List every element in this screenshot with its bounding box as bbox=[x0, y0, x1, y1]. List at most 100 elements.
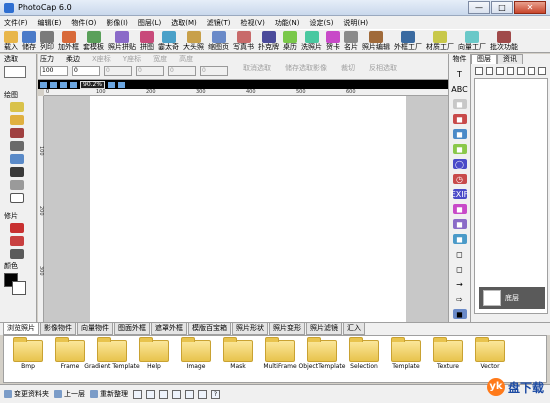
eyedropper-tool[interactable] bbox=[4, 166, 30, 178]
bottom-tab[interactable]: 照片形状 bbox=[232, 323, 268, 335]
maximize-button[interactable]: □ bbox=[491, 1, 513, 14]
folder-item[interactable]: Vector bbox=[472, 337, 508, 378]
view-list-icon[interactable] bbox=[172, 389, 181, 399]
toolbar-button[interactable]: 写真书 bbox=[231, 30, 256, 52]
brush-tool[interactable] bbox=[4, 101, 30, 113]
crop-button[interactable]: 裁切 bbox=[341, 63, 355, 73]
bottom-tab[interactable]: 汇入 bbox=[343, 323, 365, 335]
toolbar-button[interactable]: 照片拼贴 bbox=[106, 30, 138, 52]
object-tool-icon[interactable]: → bbox=[453, 279, 467, 289]
toolbar-button[interactable]: 缩图页 bbox=[206, 30, 231, 52]
pen-tool[interactable] bbox=[4, 127, 30, 139]
hand-icon[interactable] bbox=[118, 81, 126, 88]
menu-select[interactable]: 选取(M) bbox=[171, 18, 197, 28]
pointer-icon[interactable] bbox=[108, 81, 116, 88]
layer-up-icon[interactable] bbox=[496, 67, 504, 75]
color-swatches[interactable] bbox=[4, 273, 30, 295]
new-layer-icon[interactable] bbox=[475, 67, 483, 75]
object-tool-icon[interactable]: ABC bbox=[451, 84, 467, 94]
object-tool-icon[interactable]: ◯ bbox=[452, 159, 467, 169]
canvas-page[interactable] bbox=[90, 96, 406, 322]
bottom-tab[interactable]: 照片滤镜 bbox=[306, 323, 342, 335]
object-tool-icon[interactable]: ◻ bbox=[453, 264, 467, 274]
stamp-tool[interactable] bbox=[4, 140, 30, 152]
menu-view[interactable]: 检视(V) bbox=[241, 18, 265, 28]
view-large-icon[interactable] bbox=[133, 389, 142, 399]
fit-icon[interactable] bbox=[60, 81, 67, 88]
toolbar-button[interactable]: 拼图 bbox=[138, 30, 156, 52]
toolbar-button[interactable]: 照片编辑 bbox=[360, 30, 392, 52]
clone-tool[interactable] bbox=[4, 248, 30, 260]
object-tool-icon[interactable]: ◼ bbox=[452, 219, 467, 229]
bottom-tab[interactable]: 照片变形 bbox=[269, 323, 305, 335]
layer-down-icon[interactable] bbox=[506, 67, 515, 75]
toolbar-button[interactable]: 外框工厂 bbox=[392, 30, 424, 52]
toolbar-button[interactable]: 洗照片 bbox=[299, 30, 324, 52]
save-selection-button[interactable]: 储存选取影像 bbox=[285, 63, 327, 73]
menu-edit[interactable]: 编辑(E) bbox=[38, 18, 62, 28]
retouch-tool[interactable] bbox=[4, 235, 30, 247]
toolbar-button[interactable]: 贺卡 bbox=[324, 30, 342, 52]
bottom-tab[interactable]: 向量物件 bbox=[77, 323, 113, 335]
toolbar-button[interactable]: 材质工厂 bbox=[424, 30, 456, 52]
bottom-tab[interactable]: 模版百宝箱 bbox=[188, 323, 231, 335]
folder-item[interactable]: Help bbox=[136, 337, 172, 378]
line-tool[interactable] bbox=[4, 179, 30, 191]
menu-file[interactable]: 文件(F) bbox=[4, 18, 28, 28]
menu-object[interactable]: 物件(O) bbox=[71, 18, 96, 28]
zoom-level[interactable]: 90.2% bbox=[80, 80, 106, 89]
select-tool[interactable] bbox=[4, 66, 26, 78]
toolbar-button[interactable]: 大头照 bbox=[181, 30, 206, 52]
folder-item[interactable]: Selection bbox=[346, 337, 382, 378]
object-tool-icon[interactable]: ◼ bbox=[452, 144, 467, 154]
folder-item[interactable]: Bmp bbox=[10, 337, 46, 378]
zoom-in-icon[interactable] bbox=[40, 81, 47, 88]
toolbar-button[interactable]: 名片 bbox=[342, 30, 360, 52]
toolbar-button[interactable]: 加外框 bbox=[56, 30, 81, 52]
toolbar-button[interactable]: 扑克牌 bbox=[256, 30, 281, 52]
close-button[interactable]: ✕ bbox=[514, 1, 546, 14]
menu-image[interactable]: 影像(I) bbox=[106, 18, 128, 28]
layer-props-icon[interactable] bbox=[517, 67, 525, 75]
object-tool-icon[interactable]: ◻ bbox=[453, 249, 467, 259]
fill-tool[interactable] bbox=[4, 153, 30, 165]
toolbar-button[interactable]: 套模板 bbox=[81, 30, 106, 52]
x-coord-input[interactable]: 0 bbox=[104, 66, 132, 76]
view-small-icon[interactable] bbox=[159, 389, 168, 399]
object-tool-icon[interactable]: ◼ bbox=[452, 204, 467, 214]
toolbar-button[interactable]: 列印 bbox=[38, 30, 56, 52]
background-color[interactable] bbox=[12, 281, 26, 295]
menu-layer[interactable]: 图层(L) bbox=[138, 18, 161, 28]
tab-info[interactable]: 资讯 bbox=[497, 54, 523, 64]
height-input[interactable]: 0 bbox=[200, 66, 228, 76]
help-icon[interactable]: ? bbox=[211, 389, 220, 399]
toolbar-button[interactable]: 桌历 bbox=[281, 30, 299, 52]
minimize-button[interactable]: — bbox=[468, 1, 490, 14]
menu-function[interactable]: 功能(N) bbox=[275, 18, 300, 28]
object-tool-icon[interactable]: ⇨ bbox=[453, 294, 467, 304]
bottom-tab[interactable]: 影像物件 bbox=[40, 323, 76, 335]
toolbar-button[interactable]: 载入 bbox=[2, 30, 20, 52]
toolbar-button[interactable]: 储存 bbox=[20, 30, 38, 52]
up-level-button[interactable]: 上一层 bbox=[54, 389, 85, 399]
cancel-selection-button[interactable]: 取消选取 bbox=[243, 63, 271, 73]
merge-layer-icon[interactable] bbox=[527, 67, 536, 75]
eraser-tool[interactable] bbox=[4, 114, 30, 126]
invert-selection-button[interactable]: 反相选取 bbox=[369, 63, 397, 73]
menu-settings[interactable]: 设定(S) bbox=[310, 18, 334, 28]
object-tool-icon[interactable]: ◷ bbox=[452, 174, 467, 184]
menu-filter[interactable]: 滤镜(T) bbox=[207, 18, 231, 28]
tab-layers[interactable]: 图层 bbox=[471, 54, 497, 64]
filter-icon[interactable] bbox=[198, 389, 207, 399]
delete-layer-icon[interactable] bbox=[485, 67, 494, 75]
folder-item[interactable]: ObjectTemplate bbox=[299, 337, 345, 378]
folder-item[interactable]: MultiFrame bbox=[262, 337, 298, 378]
folder-item[interactable]: Mask bbox=[220, 337, 256, 378]
folder-item[interactable]: Image bbox=[178, 337, 214, 378]
refresh-button[interactable]: 重新整理 bbox=[90, 389, 128, 399]
width-input[interactable]: 0 bbox=[168, 66, 196, 76]
view-medium-icon[interactable] bbox=[146, 389, 155, 399]
redeye-tool[interactable] bbox=[4, 222, 30, 234]
bottom-tab[interactable]: 图面外框 bbox=[114, 323, 150, 335]
pressure-input[interactable]: 100 bbox=[40, 66, 68, 76]
